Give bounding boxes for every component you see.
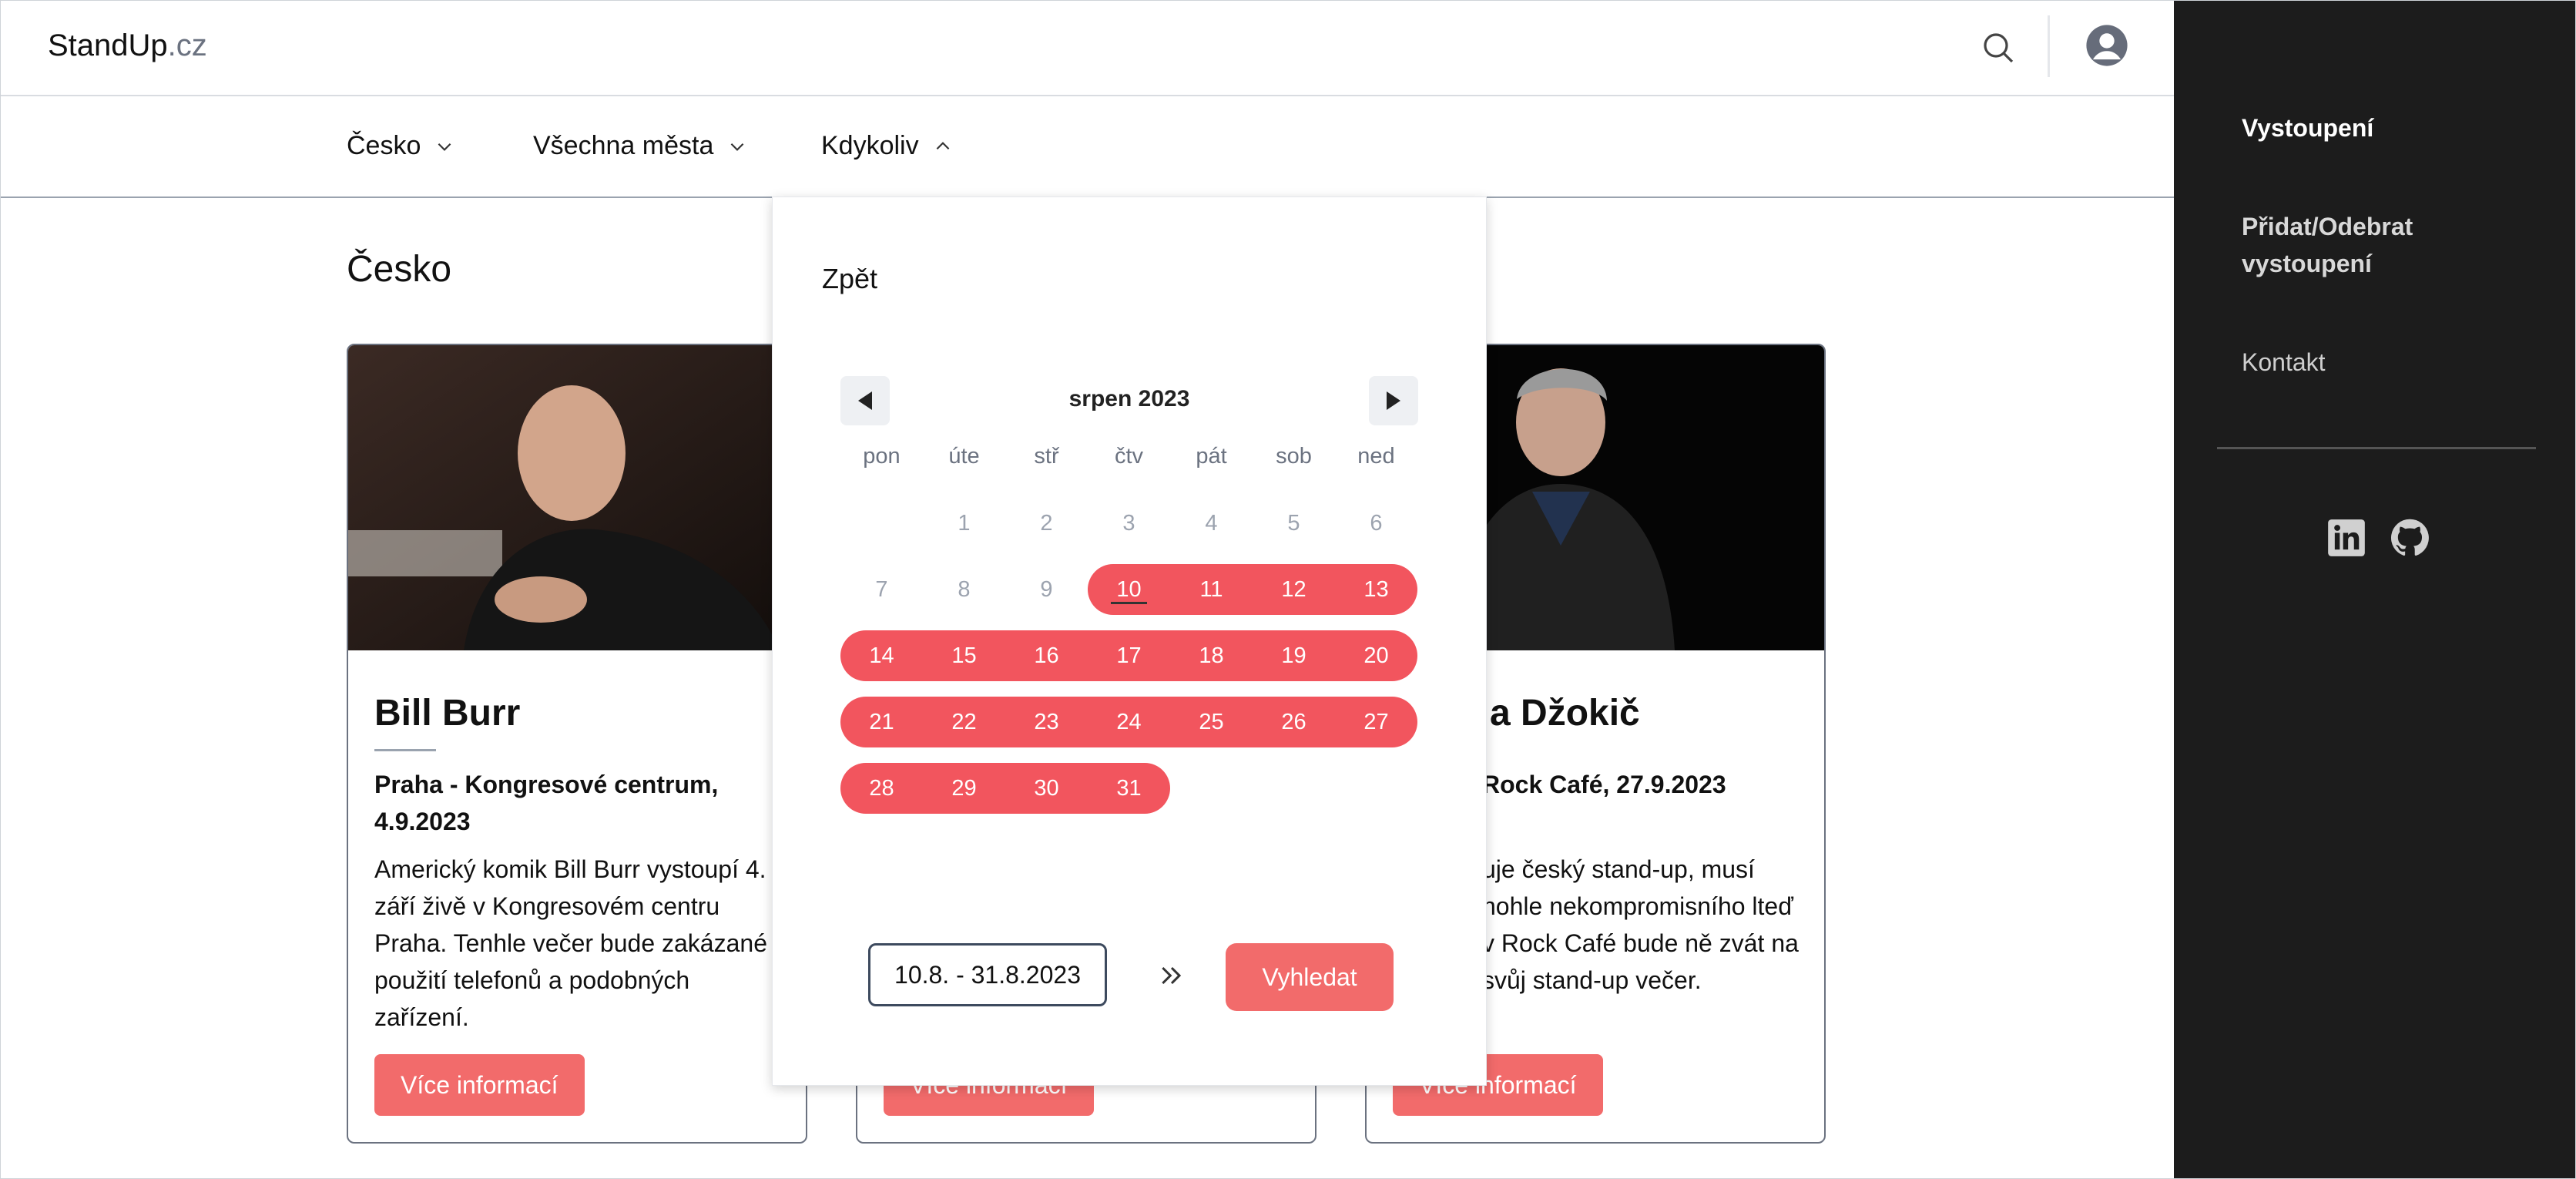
calendar-day[interactable]: 15 <box>923 630 1005 681</box>
search-submit-button[interactable]: Vyhledat <box>1226 943 1394 1011</box>
sidebar-item-shows[interactable]: Vystoupení <box>2242 109 2534 146</box>
user-account-button[interactable] <box>2085 23 2129 68</box>
sidebar-divider <box>2217 447 2536 449</box>
user-avatar-icon <box>2086 25 2128 66</box>
calendar-day[interactable]: 2 <box>1005 498 1088 549</box>
next-month-button[interactable] <box>1369 376 1418 425</box>
app-root: StandUp.cz Česko Všechna města Kdykoliv <box>0 0 2576 1179</box>
filter-city-label: Všechna města <box>533 131 714 160</box>
weekday-label: pon <box>863 444 901 469</box>
calendar-day[interactable]: 3 <box>1088 498 1170 549</box>
search-button[interactable] <box>1980 29 2017 66</box>
chevron-up-icon <box>936 141 949 149</box>
filter-date[interactable]: Kdykoliv <box>821 131 953 161</box>
weekday-label: čtv <box>1114 444 1144 469</box>
filter-bar: Česko Všechna města Kdykoliv <box>0 96 2174 198</box>
calendar-day[interactable]: 11 <box>1170 564 1253 615</box>
top-header: StandUp.cz <box>0 0 2174 96</box>
comedian-photo <box>348 345 806 650</box>
calendar-day[interactable]: 22 <box>923 697 1005 747</box>
calendar-day[interactable]: 29 <box>923 763 1005 814</box>
chevron-down-icon <box>731 143 744 151</box>
card-description: Americký komik Bill Burr vystoupí 4. zář… <box>374 855 767 1031</box>
sidebar-item-manage-shows[interactable]: Přidat/Odebrat vystoupení <box>2242 208 2473 282</box>
calendar-day[interactable]: 4 <box>1170 498 1253 549</box>
filter-country-label: Česko <box>347 131 421 160</box>
title-underline <box>374 749 436 751</box>
calendar-day[interactable]: 14 <box>840 630 923 681</box>
calendar-day[interactable]: 9 <box>1005 564 1088 615</box>
calendar-day[interactable]: 26 <box>1253 697 1335 747</box>
calendar-day[interactable]: 18 <box>1170 630 1253 681</box>
filter-country[interactable]: Česko <box>347 131 454 161</box>
github-icon[interactable] <box>2390 518 2430 558</box>
calendar-day[interactable]: 6 <box>1335 498 1417 549</box>
weekday-label: ned <box>1357 444 1395 469</box>
calendar-day[interactable]: 19 <box>1253 630 1335 681</box>
date-picker-popover: Zpět srpen 2023 pon úte stř čtv pát sob ned 1 2 3… <box>772 196 1487 1086</box>
sidebar-item-contact[interactable]: Kontakt <box>2242 344 2534 381</box>
linkedin-icon[interactable] <box>2326 518 2366 558</box>
card-venue: Rock Café, 27.9.2023 <box>1482 771 1726 798</box>
calendar-day[interactable]: 8 <box>923 564 1005 615</box>
calendar-day[interactable]: 12 <box>1253 564 1335 615</box>
card-title: a Džokič <box>1490 693 1640 734</box>
card-venue: Praha - Kongresové centrum, 4.9.2023 <box>374 771 719 835</box>
calendar-day[interactable]: 7 <box>840 564 923 615</box>
calendar-day[interactable]: 27 <box>1335 697 1417 747</box>
weekday-label: sob <box>1276 444 1312 469</box>
triangle-right-icon <box>1387 391 1400 410</box>
today-marker <box>1111 602 1147 604</box>
calendar-day[interactable]: 20 <box>1335 630 1417 681</box>
calendar-day[interactable]: 28 <box>840 763 923 814</box>
double-chevron-right-icon <box>1162 966 1182 985</box>
filter-date-label: Kdykoliv <box>821 131 919 160</box>
calendar-day[interactable]: 21 <box>840 697 923 747</box>
show-card: Bill Burr Praha - Kongresové centrum, 4.… <box>347 344 807 1144</box>
calendar-day[interactable]: 10 <box>1088 564 1170 615</box>
header-divider <box>2048 15 2050 77</box>
weekday-label: úte <box>948 444 980 469</box>
calendar-day[interactable]: 1 <box>923 498 1005 549</box>
weekday-label: pát <box>1196 444 1227 469</box>
calendar-day[interactable]: 5 <box>1253 498 1335 549</box>
back-link[interactable]: Zpět <box>822 263 877 295</box>
date-range-input[interactable] <box>868 943 1107 1006</box>
calendar-day[interactable]: 31 <box>1088 763 1170 814</box>
calendar-day[interactable]: 30 <box>1005 763 1088 814</box>
filter-city[interactable]: Všechna města <box>533 131 747 161</box>
calendar-day[interactable]: 13 <box>1335 564 1417 615</box>
card-title: Bill Burr <box>374 693 521 734</box>
brand-suffix: .cz <box>167 29 207 62</box>
search-icon <box>1984 33 2014 63</box>
sidebar: Vystoupení Přidat/Odebrat vystoupení Kon… <box>2174 0 2576 1179</box>
calendar-day[interactable]: 24 <box>1088 697 1170 747</box>
weekday-label: stř <box>1034 444 1059 469</box>
more-info-button[interactable]: Více informací <box>374 1054 585 1116</box>
card-description: uje český stand-up, musí nohle nekomprom… <box>1482 855 1799 994</box>
calendar-day[interactable]: 25 <box>1170 697 1253 747</box>
brand-logo[interactable]: StandUp.cz <box>48 29 207 63</box>
calendar-day[interactable]: 23 <box>1005 697 1088 747</box>
calendar-day[interactable]: 16 <box>1005 630 1088 681</box>
section-title: Česko <box>347 249 452 290</box>
brand-main: StandUp <box>48 29 168 62</box>
chevron-down-icon <box>438 143 451 151</box>
calendar-day[interactable]: 17 <box>1088 630 1170 681</box>
